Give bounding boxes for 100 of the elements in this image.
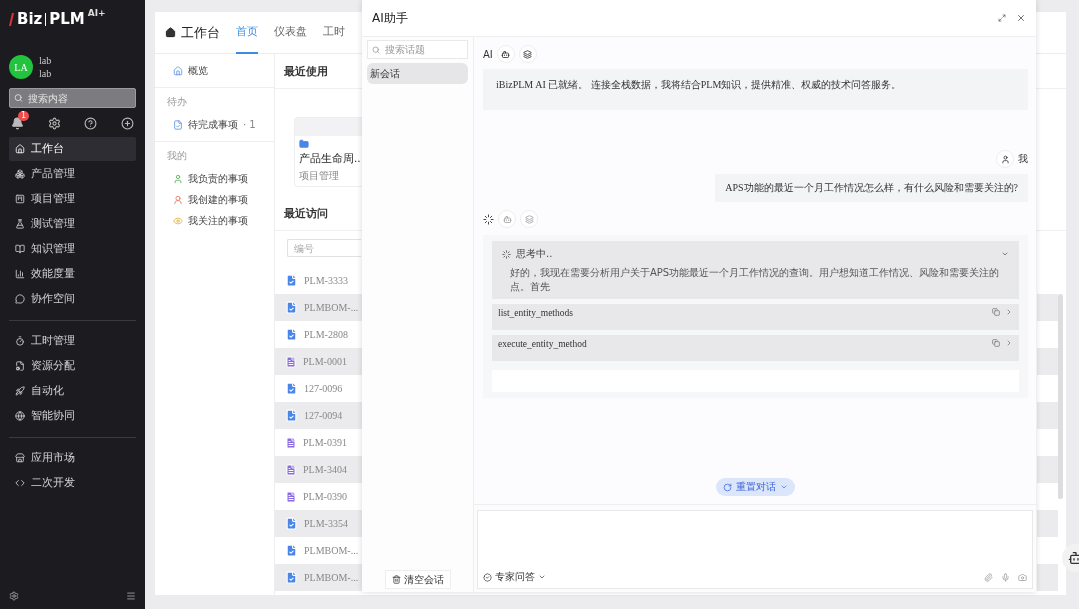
subnav-item[interactable]: 我负责的事项 bbox=[155, 168, 274, 189]
copy-icon[interactable] bbox=[992, 308, 1000, 316]
reset-button[interactable]: 重置对话 bbox=[715, 478, 795, 496]
nav-item[interactable]: 效能度量 bbox=[9, 262, 136, 286]
tab[interactable]: 首页 bbox=[236, 11, 258, 54]
search-icon bbox=[372, 45, 380, 54]
bell-icon[interactable] bbox=[11, 117, 24, 130]
nav-item[interactable]: 自动化 bbox=[9, 379, 136, 403]
nav-item[interactable]: 知识管理 bbox=[9, 237, 136, 261]
copy-icon[interactable] bbox=[992, 339, 1000, 347]
subnav-item[interactable]: 我关注的事项 bbox=[155, 210, 274, 231]
nav-item[interactable]: 项目管理 bbox=[9, 187, 136, 211]
chat-icon bbox=[15, 294, 25, 304]
scrollbar[interactable] bbox=[1058, 294, 1063, 499]
item-id: PLM-0001 bbox=[303, 356, 347, 367]
logo-text: Biz bbox=[17, 10, 43, 28]
item-id: PLM-2808 bbox=[304, 329, 348, 340]
eye-icon bbox=[173, 215, 183, 226]
help-icon[interactable] bbox=[84, 117, 98, 130]
card-subtitle: 项目管理 bbox=[299, 169, 340, 183]
expand-icon[interactable] bbox=[998, 14, 1006, 22]
file-icon bbox=[285, 355, 297, 368]
item-id: 127-0094 bbox=[304, 410, 343, 421]
item-id: PLMBOM-... bbox=[304, 302, 359, 313]
tab[interactable]: 工时 bbox=[323, 11, 345, 54]
camera-icon[interactable] bbox=[1018, 572, 1027, 582]
nav-item[interactable]: 智能协同 bbox=[9, 404, 136, 428]
item-id: PLMBOM-... bbox=[304, 572, 359, 583]
home-icon bbox=[173, 65, 183, 76]
nav-item[interactable]: 应用市场 bbox=[9, 446, 136, 470]
search-icon bbox=[14, 93, 23, 103]
item-id: PLM-3404 bbox=[303, 464, 347, 475]
document-icon bbox=[285, 409, 298, 422]
thinking-panel[interactable]: 思考中.. 好的，我现在需要分析用户关于APS功能最近一个月工作情况的查询。用户想知道工作情况、风险和需要关注的点。首先 bbox=[492, 241, 1019, 299]
tool-name: list_entity_methods bbox=[498, 308, 573, 318]
subnav-item[interactable]: 我创建的事项 bbox=[155, 189, 274, 210]
home-icon bbox=[15, 144, 25, 154]
user-icon bbox=[1000, 154, 1010, 164]
file-icon bbox=[285, 436, 297, 449]
clear-button[interactable]: 清空会话 bbox=[384, 570, 451, 589]
item-id: PLMBOM-... bbox=[304, 545, 359, 556]
nav-item[interactable]: 工时管理 bbox=[9, 329, 136, 353]
chart-icon bbox=[15, 269, 25, 279]
tool-call[interactable]: list_entity_methods bbox=[492, 304, 1019, 330]
chevron-icon[interactable] bbox=[1001, 250, 1009, 258]
table-row-edge bbox=[1037, 510, 1058, 537]
settings-icon[interactable] bbox=[9, 591, 19, 601]
refresh-icon bbox=[722, 482, 732, 492]
avatar-button[interactable] bbox=[996, 150, 1014, 168]
page-title: 工作台 bbox=[181, 23, 220, 42]
board-icon bbox=[15, 194, 25, 204]
document-icon bbox=[285, 274, 298, 287]
copy-button[interactable] bbox=[518, 45, 537, 63]
settings-icon[interactable] bbox=[47, 117, 61, 130]
search-field[interactable]: 搜索内容 bbox=[9, 88, 136, 108]
logo-superscript: AI+ bbox=[87, 8, 106, 18]
tool-call[interactable]: execute_entity_method bbox=[492, 335, 1019, 361]
document-icon bbox=[285, 382, 298, 395]
nav-item[interactable]: 测试管理 bbox=[9, 212, 136, 236]
table-row-edge bbox=[1037, 564, 1058, 591]
user-account: lab bbox=[39, 67, 52, 80]
close-icon[interactable] bbox=[1016, 13, 1026, 23]
home-icon bbox=[165, 27, 176, 38]
avatar-button[interactable] bbox=[496, 45, 515, 63]
nav-item[interactable]: 资源分配 bbox=[9, 354, 136, 378]
item-id: PLM-0390 bbox=[303, 491, 347, 502]
microphone-icon[interactable] bbox=[1001, 572, 1010, 582]
tab[interactable]: 仪表盘 bbox=[274, 11, 307, 54]
boxes-icon bbox=[15, 169, 25, 179]
session-item[interactable]: 新会话 bbox=[367, 63, 468, 84]
overview-link[interactable]: 概览 bbox=[155, 60, 274, 81]
attach-icon[interactable] bbox=[984, 572, 993, 582]
chevron-icon bbox=[538, 573, 546, 581]
menu-icon[interactable] bbox=[126, 591, 136, 601]
loading-icon bbox=[502, 249, 511, 259]
recent-card[interactable]: 产品生命周.. 项目管理 bbox=[294, 117, 362, 187]
add-icon[interactable] bbox=[120, 117, 134, 130]
item-id: PLM-0391 bbox=[303, 437, 347, 448]
user-icon bbox=[173, 173, 183, 184]
message-input[interactable]: 专家问答 bbox=[477, 510, 1033, 589]
store-icon bbox=[15, 453, 25, 463]
loading-icon bbox=[483, 213, 494, 225]
subnav-item[interactable]: 待完成事项 · 1 bbox=[155, 114, 274, 135]
mode-dropdown[interactable]: 专家问答 bbox=[483, 570, 546, 584]
item-id: 127-0096 bbox=[304, 383, 343, 394]
document-icon bbox=[285, 328, 298, 341]
document-icon bbox=[173, 119, 183, 130]
sender-label: 我 bbox=[1018, 152, 1028, 166]
nav-item[interactable]: 二次开发 bbox=[9, 471, 136, 495]
card-title: 产品生命周.. bbox=[299, 152, 358, 166]
logo-product: PLM bbox=[49, 10, 85, 28]
message-text: iBizPLM AI 已就绪。 连接全栈数据，我将结合PLM知识，提供精准、权威的技术问答服务。 bbox=[483, 69, 1028, 110]
code-icon bbox=[15, 478, 25, 488]
globe-icon bbox=[15, 411, 25, 421]
chevron-icon[interactable] bbox=[1005, 308, 1013, 316]
nav-item[interactable]: 协作空间 bbox=[9, 287, 136, 311]
timer-icon bbox=[15, 336, 25, 346]
nav-item[interactable]: 工作台 bbox=[9, 137, 136, 161]
chevron-icon[interactable] bbox=[1005, 339, 1013, 347]
nav-item[interactable]: 产品管理 bbox=[9, 162, 136, 186]
